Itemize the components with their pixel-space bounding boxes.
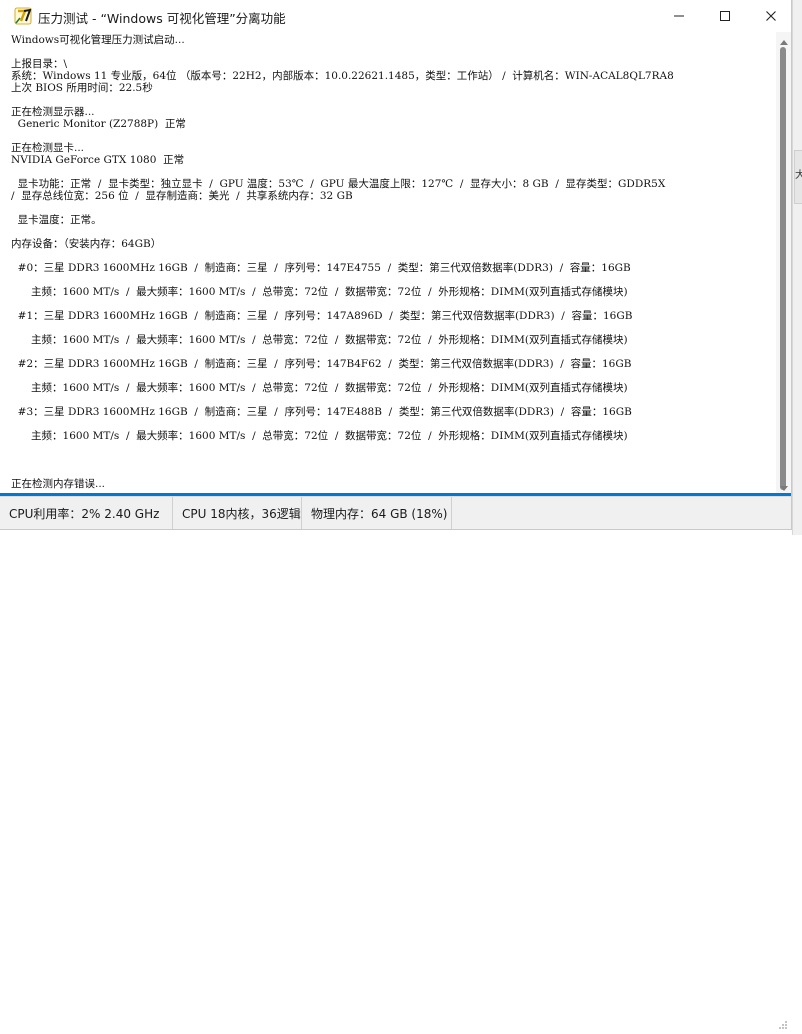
- scroll-down-button[interactable]: [776, 479, 791, 493]
- console-line: Generic Monitor (Z2788P) 正常: [11, 118, 186, 130]
- resize-grip-icon[interactable]: [778, 1015, 788, 1029]
- console-line: 内存设备：（安装内存：64GB）: [11, 238, 162, 250]
- console-line: / 显存总线位宽：256 位 / 显存制造商：美光 / 共享系统内存：32 GB: [11, 190, 353, 202]
- scroll-up-arrow-icon: [779, 30, 788, 49]
- console-line: #1：三星 DDR3 1600MHz 16GB / 制造商：三星 / 序列号：1…: [11, 310, 633, 322]
- status-cpu-usage: CPU利用率：2% 2.40 GHz: [9, 506, 160, 521]
- console-line: #0：三星 DDR3 1600MHz 16GB / 制造商：三星 / 序列号：1…: [11, 262, 631, 274]
- minimize-icon: [673, 7, 685, 26]
- background-tab-label: 大: [795, 170, 802, 181]
- console-line: 系统：Windows 11 专业版，64位 （版本号：22H2，内部版本：10.…: [11, 70, 674, 82]
- app-logo-icon: [14, 6, 34, 26]
- console-line: 上次 BIOS 所用时间：22.5秒: [11, 82, 153, 94]
- console-line: 主频：1600 MT/s / 最大频率：1600 MT/s / 总带宽：72位 …: [11, 430, 628, 442]
- console-line: 显卡功能：正常 / 显卡类型：独立显卡 / GPU 温度：53℃ / GPU 最…: [11, 178, 666, 190]
- minimize-button[interactable]: [656, 0, 702, 32]
- console-line: #3：三星 DDR3 1600MHz 16GB / 制造商：三星 / 序列号：1…: [11, 406, 632, 418]
- background-tab[interactable]: 大: [794, 150, 802, 204]
- console-line: 主频：1600 MT/s / 最大频率：1600 MT/s / 总带宽：72位 …: [11, 286, 628, 298]
- close-button[interactable]: [748, 0, 794, 32]
- scroll-thumb[interactable]: [780, 47, 786, 490]
- status-bar: CPU利用率：2% 2.40 GHz CPU 18内核，36逻辑 物理内存：64…: [0, 496, 791, 1029]
- console-line: #2：三星 DDR3 1600MHz 16GB / 制造商：三星 / 序列号：1…: [11, 358, 632, 370]
- console-line: 正在检测显示器...: [11, 106, 95, 118]
- maximize-button[interactable]: [702, 0, 748, 32]
- status-cpu-cores: CPU 18内核，36逻辑: [172, 497, 301, 529]
- console-line: 上报目录：\: [11, 58, 68, 70]
- status-extra: [451, 497, 791, 529]
- background-window-edge: 大: [792, 0, 802, 535]
- maximize-icon: [719, 7, 731, 26]
- title-bar[interactable]: 压力测试 - “Windows 可视化管理”分离功能: [0, 0, 791, 32]
- console-line: Windows可视化管理压力测试启动...: [11, 34, 185, 46]
- status-memory: 物理内存：64 GB (18%): [301, 497, 451, 529]
- console-line: 正在检测显卡...: [11, 142, 85, 154]
- window-title: 压力测试 - “Windows 可视化管理”分离功能: [38, 11, 286, 26]
- stress-test-window: 压力测试 - “Windows 可视化管理”分离功能 Windows可视化管理压…: [0, 0, 792, 1029]
- console-line: 显卡温度：正常。: [11, 214, 102, 226]
- console-line: 主频：1600 MT/s / 最大频率：1600 MT/s / 总带宽：72位 …: [11, 334, 628, 346]
- console-output[interactable]: Windows可视化管理压力测试启动... 上报目录：\ 系统：Windows 11…: [0, 32, 776, 493]
- close-icon: [765, 7, 777, 26]
- console-line: 主频：1600 MT/s / 最大频率：1600 MT/s / 总带宽：72位 …: [11, 382, 628, 394]
- console-line: NVIDIA GeForce GTX 1080 正常: [11, 154, 185, 166]
- vertical-scrollbar[interactable]: [776, 32, 791, 493]
- scroll-up-button[interactable]: [776, 32, 791, 46]
- console-line: 正在检测内存错误...: [11, 478, 106, 490]
